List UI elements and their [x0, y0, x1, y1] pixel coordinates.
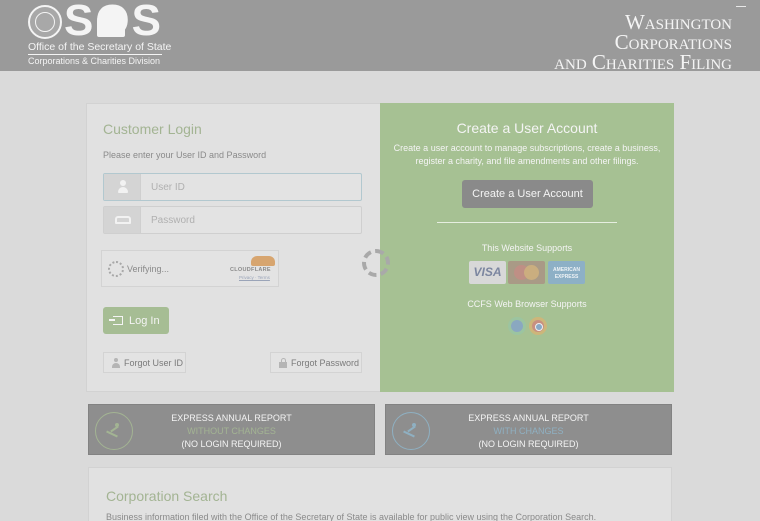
- forgot-password-label: Forgot Password: [291, 357, 360, 368]
- site-title-line-3: and Charities Filing: [554, 50, 732, 74]
- user-icon: [112, 358, 120, 368]
- express-without-line-1: EXPRESS ANNUAL REPORT: [171, 413, 292, 423]
- sign-in-icon: [109, 315, 123, 325]
- state-seal-icon: [28, 5, 62, 39]
- userid-field: [103, 173, 362, 201]
- password-input[interactable]: [141, 207, 361, 233]
- division-name: Corporations & Charities Division: [28, 56, 161, 66]
- create-account-title: Create a User Account: [456, 120, 598, 136]
- captcha-spinner-icon: [108, 261, 124, 277]
- visa-card-icon: VISA: [469, 261, 506, 284]
- cloudflare-cloud-icon: [251, 256, 275, 266]
- corner-mark: [736, 6, 746, 12]
- express-without-line-3: (NO LOGIN REQUIRED): [181, 439, 282, 449]
- corporation-search-title[interactable]: Corporation Search: [106, 488, 227, 504]
- panel-divider: [437, 222, 617, 223]
- chrome-icon: [529, 317, 547, 335]
- forgot-password-button[interactable]: Forgot Password: [270, 352, 362, 373]
- express-report-without-changes[interactable]: EXPRESS ANNUAL REPORT WITHOUT CHANGES (N…: [88, 404, 375, 455]
- express-with-line-3: (NO LOGIN REQUIRED): [478, 439, 579, 449]
- captcha-links[interactable]: Privacy · Terms: [239, 275, 270, 280]
- site-header: SOS Office of the Secretary of State Cor…: [0, 0, 760, 74]
- express-with-line-1: EXPRESS ANNUAL REPORT: [468, 413, 589, 423]
- login-subtitle: Please enter your User ID and Password: [103, 150, 267, 160]
- express-report-with-changes[interactable]: EXPRESS ANNUAL REPORT WITH CHANGES (NO L…: [385, 404, 672, 455]
- login-button[interactable]: Log In: [103, 307, 169, 334]
- express-with-text: EXPRESS ANNUAL REPORT WITH CHANGES (NO L…: [386, 412, 671, 451]
- office-name: Office of the Secretary of State: [28, 41, 172, 53]
- captcha-widget[interactable]: Verifying... CLOUDFLARE Privacy · Terms: [101, 250, 279, 287]
- edge-icon: [508, 317, 526, 335]
- amex-card-icon: AMERICAN EXPRESS: [548, 261, 585, 284]
- loading-spinner-icon: [362, 249, 390, 277]
- cloudflare-brand: CLOUDFLARE: [230, 267, 271, 273]
- site-title-line-1: Washington: [624, 10, 732, 34]
- site-title: Washington Corporations and Charities Fi…: [554, 10, 732, 74]
- userid-input[interactable]: [141, 174, 361, 200]
- corporation-search-description: Business information filed with the Offi…: [106, 512, 597, 521]
- login-button-label: Log In: [129, 314, 160, 327]
- create-account-button[interactable]: Create a User Account: [462, 180, 593, 208]
- site-title-line-2: Corporations: [614, 30, 732, 54]
- captcha-status: Verifying...: [127, 264, 170, 274]
- express-without-text: EXPRESS ANNUAL REPORT WITHOUT CHANGES (N…: [89, 412, 374, 451]
- forgot-userid-label: Forgot User ID: [124, 357, 184, 368]
- forgot-userid-button[interactable]: Forgot User ID: [103, 352, 186, 373]
- express-without-line-2: WITHOUT CHANGES: [187, 426, 276, 436]
- lock-icon: [279, 358, 287, 368]
- header-divider: [28, 54, 162, 55]
- create-account-description: Create a user account to manage subscrip…: [393, 143, 661, 166]
- capitol-dome-icon: [97, 7, 125, 37]
- express-with-line-2: WITH CHANGES: [493, 426, 564, 436]
- key-icon: [104, 207, 141, 233]
- user-icon: [104, 174, 141, 200]
- payment-support-heading: This Website Supports: [481, 243, 573, 253]
- password-field: [103, 206, 362, 234]
- browser-support-heading: CCFS Web Browser Supports: [467, 299, 587, 309]
- login-title: Customer Login: [103, 121, 202, 137]
- mastercard-icon: [508, 261, 545, 284]
